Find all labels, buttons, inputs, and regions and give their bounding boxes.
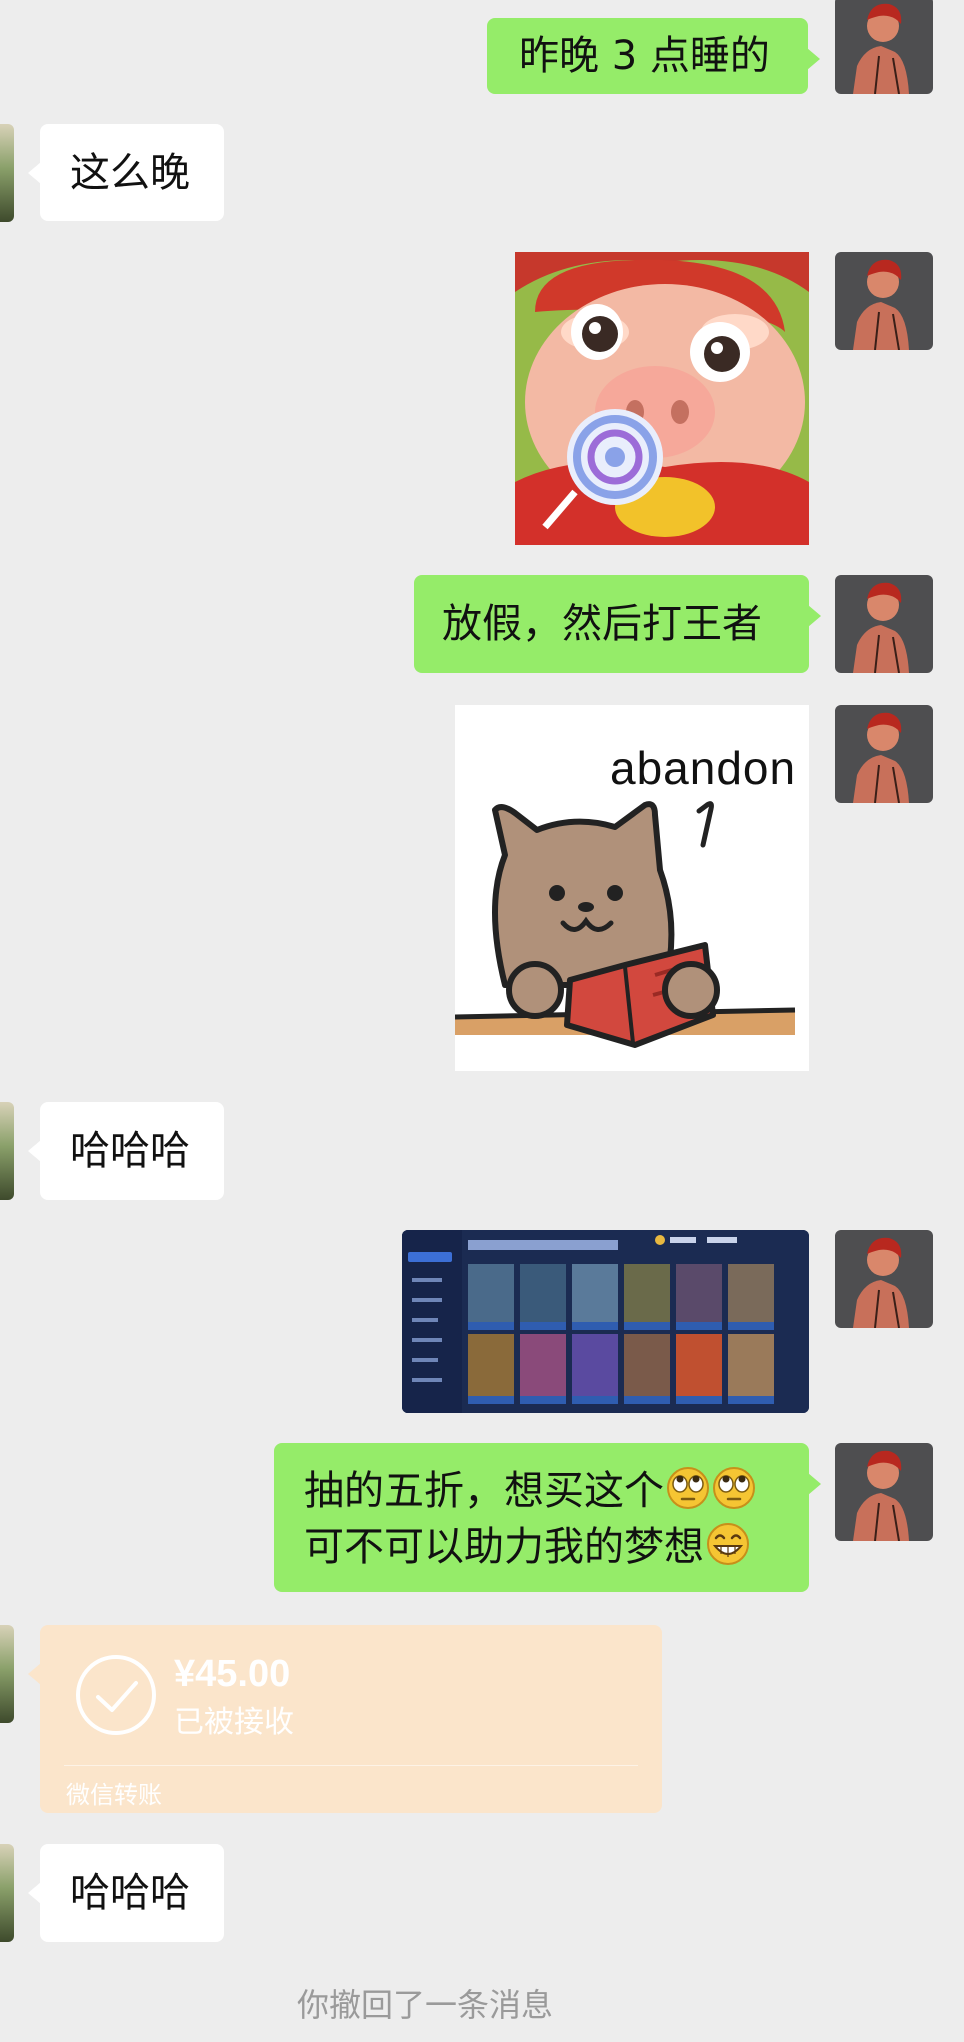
transfer-divider (64, 1765, 638, 1766)
message-bubble-received[interactable]: 这么晚 (28, 124, 224, 221)
screenshot-content (402, 1230, 809, 1413)
message-text: 放假，然后打王者 (442, 601, 762, 647)
rolling-eyes-emoji (713, 1467, 755, 1509)
message-text: 抽的五折，想买这个 (304, 1468, 664, 1514)
message-bubble-sent[interactable]: 抽的五折，想买这个 可不可以助力我的梦想 (274, 1443, 821, 1592)
check-circle-icon (76, 1655, 156, 1735)
my-avatar[interactable] (835, 705, 933, 803)
message-text: 哈哈哈 (70, 1870, 190, 1916)
message-bubble-received[interactable]: 哈哈哈 (28, 1102, 224, 1200)
message-line: 抽的五折，想买这个 (304, 1463, 809, 1519)
my-avatar[interactable] (835, 0, 933, 94)
friend-avatar[interactable] (0, 1102, 14, 1200)
transfer-amount: ¥45.00 (174, 1653, 291, 1695)
sticker-caption: abandon (610, 742, 797, 794)
message-text: 这么晚 (70, 150, 190, 196)
pig-sticker-image (515, 252, 809, 545)
message-bubble-sent[interactable]: 放假，然后打王者 (414, 575, 821, 673)
message-line: 可不可以助力我的梦想 (304, 1519, 809, 1575)
recall-notice: 你撤回了一条消息 (296, 1986, 553, 2024)
chat-view[interactable]: 昨晚 3 点睡的 这么晚 放假，然后打王者 abandon 哈哈哈 抽的五折，想… (0, 0, 964, 2042)
friend-avatar[interactable] (0, 124, 14, 222)
grin-emoji (707, 1523, 749, 1565)
message-text: 昨晚 3 点睡的 (519, 33, 770, 79)
transfer-status: 已被接收 (174, 1705, 294, 1740)
message-bubble-received[interactable]: 哈哈哈 (28, 1844, 224, 1942)
my-avatar[interactable] (835, 575, 933, 673)
my-avatar[interactable] (835, 1443, 933, 1541)
transfer-footer: 微信转账 (66, 1781, 162, 1809)
game-screenshot-image[interactable] (402, 1230, 809, 1413)
my-avatar[interactable] (835, 252, 933, 350)
message-text: 哈哈哈 (70, 1128, 190, 1174)
message-bubble-sent[interactable]: 昨晚 3 点睡的 (487, 18, 820, 94)
friend-avatar[interactable] (0, 1844, 14, 1942)
rolling-eyes-emoji (667, 1467, 709, 1509)
wechat-transfer-card[interactable]: ¥45.00 已被接收 微信转账 (28, 1625, 662, 1813)
my-avatar[interactable] (835, 1230, 933, 1328)
sticker-pig-lollipop[interactable] (515, 252, 809, 545)
message-text: 可不可以助力我的梦想 (304, 1524, 704, 1570)
friend-avatar[interactable] (0, 1625, 14, 1723)
sticker-cat-abandon[interactable]: abandon (455, 705, 809, 1071)
